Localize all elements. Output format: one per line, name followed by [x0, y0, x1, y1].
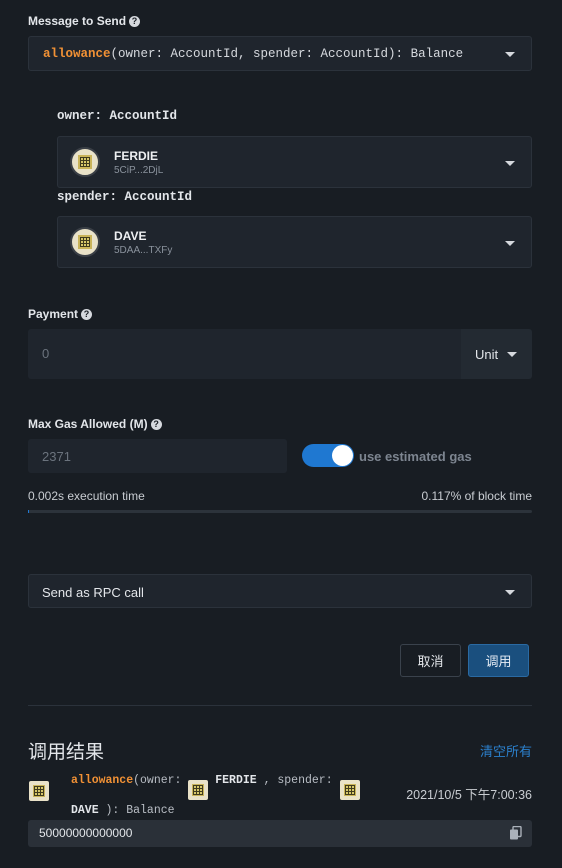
toggle-label: use estimated gas [359, 449, 472, 464]
divider [28, 705, 532, 706]
identicon [70, 147, 100, 177]
spender-param-label: spender: AccountId [57, 190, 193, 204]
block-time: 0.117% of block time [421, 489, 532, 503]
chevron-down-icon [505, 590, 515, 595]
owner-param-label: owner: AccountId [57, 109, 178, 123]
call-button[interactable]: 调用 [468, 644, 529, 677]
message-signature: allowance(owner: AccountId, spender: Acc… [43, 47, 464, 61]
chevron-down-icon [505, 241, 515, 246]
unit-select[interactable]: Unit [461, 329, 532, 379]
gas-label: Max Gas Allowed (M)? [28, 417, 162, 431]
gas-input[interactable]: 2371 [28, 439, 287, 473]
result-value: 50000000000000 [39, 826, 133, 840]
toggle-knob [332, 445, 353, 466]
spender-account-name: DAVE [114, 229, 147, 243]
unit-label: Unit [475, 347, 499, 362]
estimated-gas-toggle[interactable] [302, 444, 354, 467]
send-mode-select[interactable]: Send as RPC call [28, 574, 532, 608]
spender-account-address: 5DAA...TXFy [114, 245, 173, 256]
result-output: 50000000000000 [28, 820, 532, 847]
gas-progress-fill [28, 510, 29, 513]
chevron-down-icon [505, 52, 515, 57]
identicon [29, 781, 49, 801]
payment-label: Payment? [28, 307, 93, 321]
payment-value: 0 [42, 346, 50, 361]
help-icon[interactable]: ? [129, 16, 141, 27]
copy-icon[interactable] [509, 826, 522, 841]
payment-input[interactable]: 0 [28, 329, 461, 379]
execution-time: 0.002s execution time [28, 489, 145, 503]
cancel-button[interactable]: 取消 [400, 644, 461, 677]
message-select[interactable]: allowance(owner: AccountId, spender: Acc… [28, 36, 532, 71]
message-label: Message to Send? [28, 14, 141, 28]
result-call: allowance(owner: FERDIE , spender: DAVE … [71, 770, 381, 822]
owner-account-select[interactable]: FERDIE 5CiP...2DjL [57, 136, 532, 188]
chevron-down-icon [507, 352, 517, 357]
result-timestamp: 2021/10/5 下午7:00:36 [406, 788, 532, 802]
spender-account-select[interactable]: DAVE 5DAA...TXFy [57, 216, 532, 268]
gas-value: 2371 [42, 449, 71, 464]
gas-progress-bar [28, 510, 532, 513]
help-icon[interactable]: ? [150, 419, 162, 430]
identicon [70, 227, 100, 257]
results-title: 调用结果 [28, 742, 105, 763]
owner-account-address: 5CiP...2DjL [114, 165, 164, 176]
help-icon[interactable]: ? [81, 309, 93, 320]
owner-account-name: FERDIE [114, 149, 159, 163]
clear-all-link[interactable]: 清空所有 [480, 741, 532, 760]
identicon [339, 780, 360, 800]
chevron-down-icon [505, 161, 515, 166]
send-mode-value: Send as RPC call [42, 585, 144, 600]
identicon [188, 780, 209, 800]
